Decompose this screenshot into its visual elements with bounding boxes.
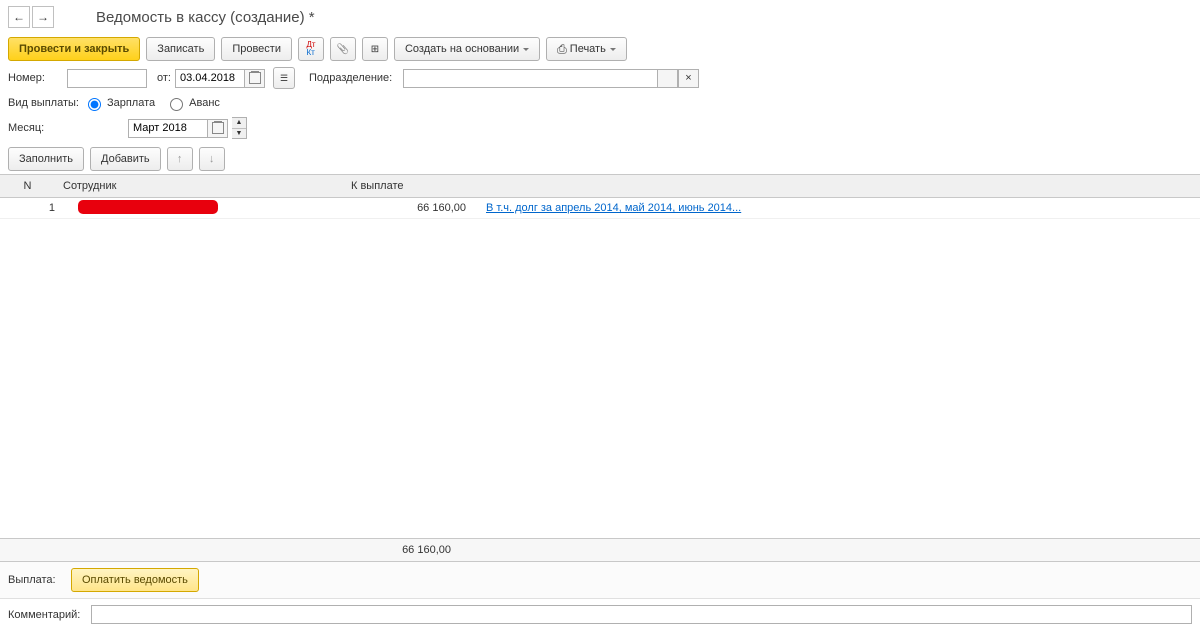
month-picker-button[interactable] xyxy=(208,119,228,138)
cell-employee xyxy=(70,200,358,217)
cell-n: 1 xyxy=(0,202,70,214)
comment-input[interactable] xyxy=(91,605,1192,624)
clear-icon: × xyxy=(685,72,691,84)
calendar-icon xyxy=(249,72,261,84)
spin-up-icon[interactable]: ▲ xyxy=(232,118,246,129)
radio-advance-input[interactable] xyxy=(170,98,183,111)
col-topay-header[interactable]: К выплате xyxy=(343,180,463,192)
calendar-icon xyxy=(212,122,224,134)
page-title: Ведомость в кассу (создание) * xyxy=(96,9,315,26)
col-employee-header[interactable]: Сотрудник xyxy=(55,180,343,192)
pay-type-label: Вид выплаты: xyxy=(8,97,79,109)
arrow-down-icon xyxy=(209,153,215,165)
move-down-button[interactable] xyxy=(199,147,225,171)
comment-label: Комментарий: xyxy=(8,609,83,621)
cell-amount: 66 160,00 xyxy=(358,202,478,214)
radio-salary[interactable]: Зарплата xyxy=(83,95,155,111)
structure-button[interactable]: ⊞ xyxy=(362,37,388,61)
pay-document-button[interactable]: Оплатить ведомость xyxy=(71,568,199,592)
month-input[interactable] xyxy=(128,119,208,138)
arrow-left-icon xyxy=(13,10,25,24)
arrow-right-icon xyxy=(37,10,49,24)
nav-forward-button[interactable] xyxy=(32,6,54,28)
structure-icon: ⊞ xyxy=(371,44,379,55)
create-based-button[interactable]: Создать на основании xyxy=(394,37,540,61)
payout-label: Выплата: xyxy=(8,574,63,586)
dtkt-icon: ДтКт xyxy=(306,41,315,57)
arrow-up-icon xyxy=(177,153,183,165)
department-clear-button[interactable]: × xyxy=(678,69,699,88)
debt-link[interactable]: В т.ч. долг за апрель 2014, май 2014, ию… xyxy=(486,202,741,214)
add-button[interactable]: Добавить xyxy=(90,147,161,171)
caret-down-icon xyxy=(523,48,529,51)
spin-down-icon[interactable]: ▼ xyxy=(232,129,246,139)
radio-advance[interactable]: Аванс xyxy=(165,95,220,111)
department-dropdown-button[interactable] xyxy=(658,69,678,88)
total-amount: 66 160,00 xyxy=(343,544,463,556)
post-and-close-button[interactable]: Провести и закрыть xyxy=(8,37,140,61)
save-button[interactable]: Записать xyxy=(146,37,215,61)
from-label: от: xyxy=(151,72,171,84)
attach-button[interactable] xyxy=(330,37,356,61)
table-row[interactable]: 1 66 160,00 В т.ч. долг за апрель 2014, … xyxy=(0,198,1200,219)
radio-salary-input[interactable] xyxy=(88,98,101,111)
redacted-employee xyxy=(78,200,218,214)
department-label: Подразделение: xyxy=(309,72,399,84)
month-spin[interactable]: ▲ ▼ xyxy=(232,117,247,139)
post-button[interactable]: Провести xyxy=(221,37,292,61)
doc-icon: ☰ xyxy=(280,73,288,84)
cell-note: В т.ч. долг за апрель 2014, май 2014, ию… xyxy=(478,202,1200,214)
department-input[interactable] xyxy=(403,69,658,88)
caret-down-icon xyxy=(610,48,616,51)
table-header: N Сотрудник К выплате xyxy=(0,174,1200,198)
clip-icon xyxy=(337,43,349,55)
table-body[interactable]: 1 66 160,00 В т.ч. долг за апрель 2014, … xyxy=(0,198,1200,538)
print-icon xyxy=(557,42,567,57)
month-label: Месяц: xyxy=(8,122,63,134)
nav-back-button[interactable] xyxy=(8,6,30,28)
table-footer: 66 160,00 xyxy=(0,538,1200,562)
date-picker-button[interactable] xyxy=(245,69,265,88)
number-label: Номер: xyxy=(8,72,63,84)
number-input[interactable] xyxy=(67,69,147,88)
print-button[interactable]: Печать xyxy=(546,37,627,61)
col-n-header[interactable]: N xyxy=(0,180,55,192)
fill-button[interactable]: Заполнить xyxy=(8,147,84,171)
date-aux-button[interactable]: ☰ xyxy=(273,67,295,89)
move-up-button[interactable] xyxy=(167,147,193,171)
date-input[interactable] xyxy=(175,69,245,88)
debit-credit-button[interactable]: ДтКт xyxy=(298,37,324,61)
